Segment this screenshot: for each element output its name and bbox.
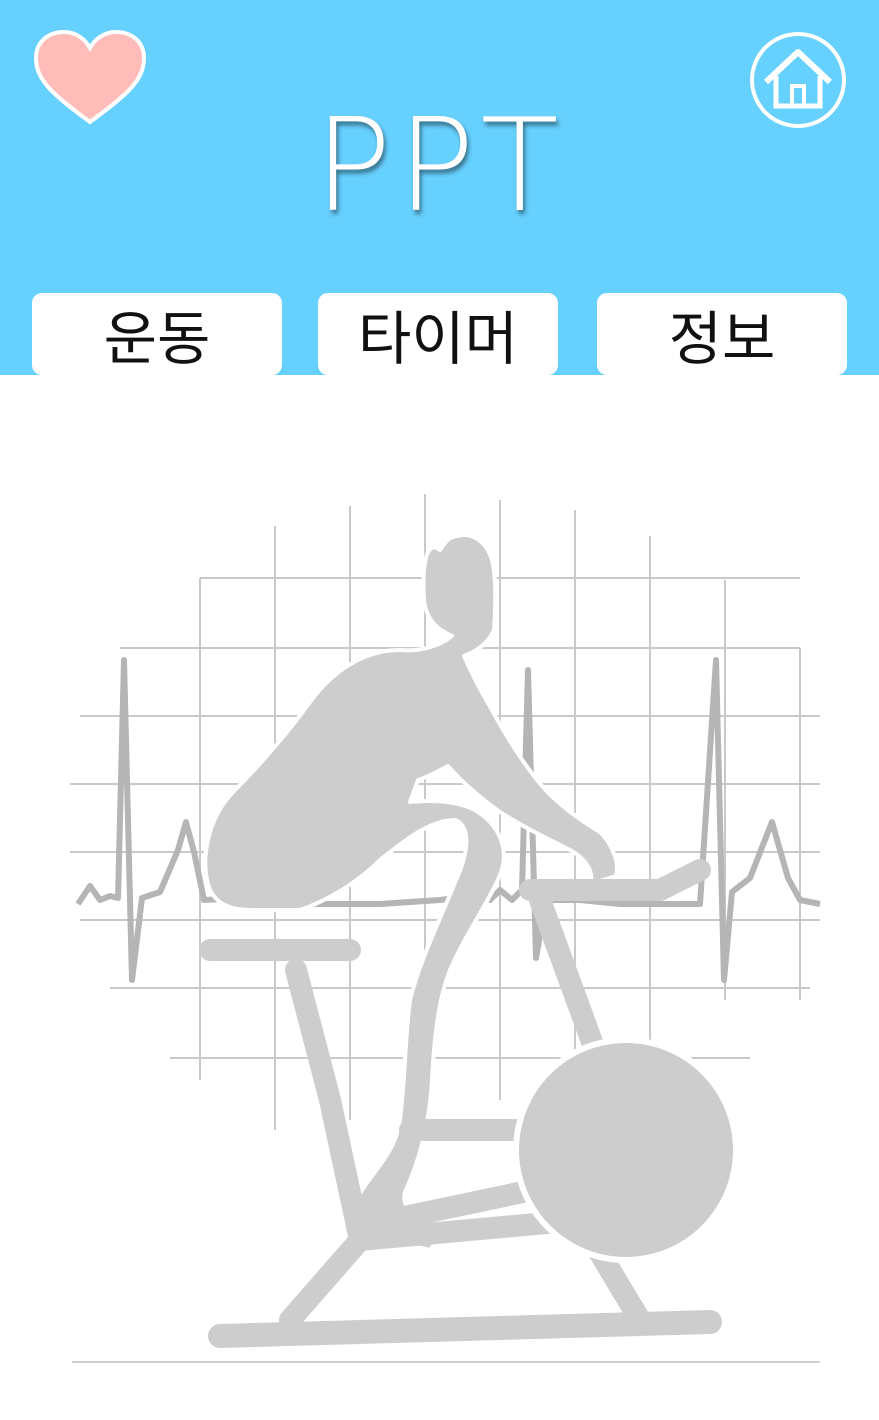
app-title: PPT	[314, 92, 565, 241]
bike-base	[208, 1310, 722, 1348]
tab-info[interactable]: 정보	[597, 293, 847, 375]
tab-exercise[interactable]: 운동	[32, 293, 282, 375]
exercise-bike-illustration	[70, 494, 821, 1363]
app-header: PPT 운동 타이머 정보	[0, 0, 879, 375]
flywheel	[513, 1037, 739, 1263]
tab-timer[interactable]: 타이머	[318, 293, 558, 375]
